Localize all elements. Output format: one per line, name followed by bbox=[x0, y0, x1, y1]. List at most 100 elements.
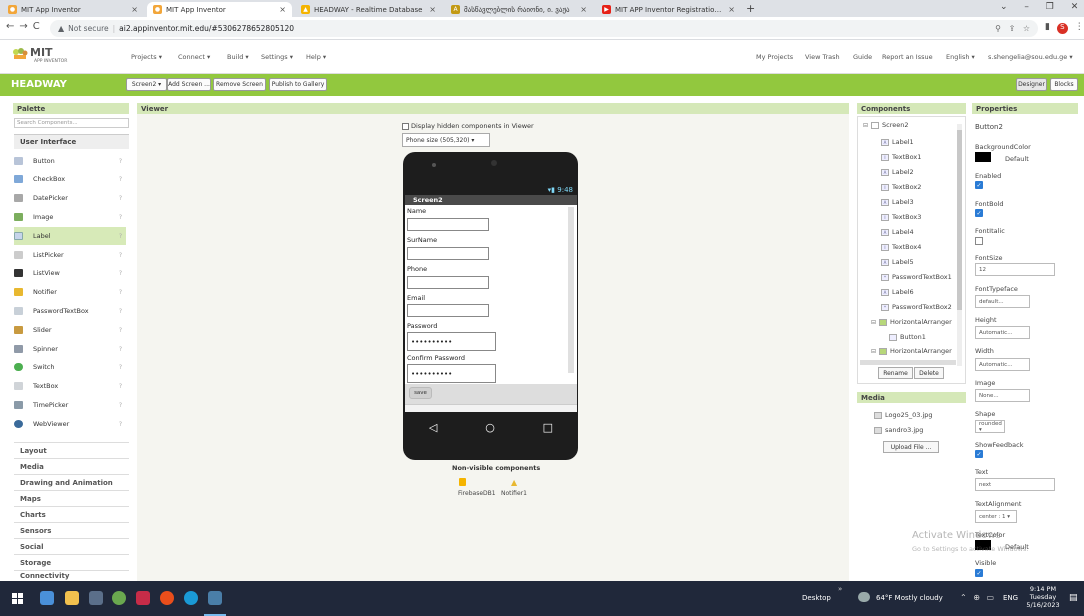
close-icon[interactable]: × bbox=[279, 5, 286, 14]
tree-item-textbox2[interactable]: I TextBox2 bbox=[881, 183, 921, 191]
fontitalic-checkbox[interactable] bbox=[975, 237, 983, 245]
help-icon[interactable]: ? bbox=[119, 327, 122, 334]
shape-select[interactable]: rounded ▾ bbox=[975, 420, 1005, 433]
password-input[interactable]: •••••••••• bbox=[407, 332, 496, 351]
tree-item-label2[interactable]: A Label2 bbox=[881, 168, 914, 176]
palette-item-listview[interactable]: ListView? bbox=[14, 264, 126, 282]
tree-item-textbox3[interactable]: I TextBox3 bbox=[881, 213, 921, 221]
tree-item-arranger1[interactable]: ⊟ HorizontalArranger bbox=[871, 318, 952, 326]
collapse-icon[interactable]: ⊟ bbox=[871, 348, 876, 355]
notifier-icon[interactable]: ▲ bbox=[511, 478, 517, 487]
palette-category-charts[interactable]: Charts bbox=[14, 506, 129, 522]
link-guide[interactable]: Guide bbox=[853, 53, 872, 61]
menu-build[interactable]: Build ▾ bbox=[227, 53, 249, 61]
link-view-trash[interactable]: View Trash bbox=[805, 53, 840, 61]
vk-icon[interactable] bbox=[136, 591, 150, 605]
back-triangle-icon[interactable]: ◁ bbox=[429, 421, 437, 434]
upload-file-button[interactable]: Upload File ... bbox=[883, 441, 939, 453]
palette-item-label[interactable]: Label? bbox=[14, 227, 126, 245]
help-icon[interactable]: ? bbox=[119, 195, 122, 202]
recents-square-icon[interactable]: □ bbox=[543, 421, 553, 434]
sidepanel-icon[interactable]: ▮ bbox=[1045, 22, 1050, 32]
help-icon[interactable]: ? bbox=[119, 402, 122, 409]
email-input[interactable] bbox=[407, 304, 489, 317]
palette-category-layout[interactable]: Layout bbox=[14, 442, 129, 458]
phone-input[interactable] bbox=[407, 276, 489, 289]
tree-item-passwordtextbox1[interactable]: * PasswordTextBox1 bbox=[881, 273, 952, 281]
height-input[interactable]: Automatic... bbox=[975, 326, 1030, 339]
link-my-projects[interactable]: My Projects bbox=[756, 53, 793, 61]
close-icon[interactable]: × bbox=[580, 5, 587, 14]
fonttypeface-input[interactable]: default... bbox=[975, 295, 1030, 308]
palette-item-checkbox[interactable]: CheckBox? bbox=[14, 170, 126, 188]
app-icon[interactable] bbox=[112, 591, 126, 605]
help-icon[interactable]: ? bbox=[119, 176, 122, 183]
publish-gallery-button[interactable]: Publish to Gallery bbox=[269, 78, 327, 91]
blocks-button[interactable]: Blocks bbox=[1050, 78, 1078, 91]
collapse-icon[interactable]: ⊟ bbox=[863, 122, 868, 129]
back-icon[interactable]: ← bbox=[6, 21, 19, 32]
help-icon[interactable]: ? bbox=[119, 383, 122, 390]
designer-button[interactable]: Designer bbox=[1016, 78, 1047, 91]
tree-item-textbox4[interactable]: I TextBox4 bbox=[881, 243, 921, 251]
tree-item-label1[interactable]: A Label1 bbox=[881, 138, 914, 146]
desktop-toolbar-label[interactable]: Desktop bbox=[802, 594, 831, 602]
palette-category-social[interactable]: Social bbox=[14, 538, 129, 554]
palette-category-sensors[interactable]: Sensors bbox=[14, 522, 129, 538]
browser-tab[interactable]: ● MIT App Inventor × bbox=[2, 2, 144, 17]
tree-item-label6[interactable]: A Label6 bbox=[881, 288, 914, 296]
store-icon[interactable] bbox=[89, 591, 103, 605]
windows-start-icon[interactable] bbox=[12, 593, 23, 604]
width-input[interactable]: Automatic... bbox=[975, 358, 1030, 371]
media-file-sandro[interactable]: sandro3.jpg bbox=[874, 426, 923, 434]
fontsize-input[interactable]: 12 bbox=[975, 263, 1055, 276]
nonvisible-notifier[interactable]: Notifier1 bbox=[501, 490, 527, 497]
link-report-issue[interactable]: Report an Issue bbox=[882, 53, 933, 61]
help-icon[interactable]: ? bbox=[119, 308, 122, 315]
palette-item-webviewer[interactable]: WebViewer? bbox=[14, 415, 126, 433]
bg-color-swatch[interactable] bbox=[975, 152, 991, 162]
tree-item-label5[interactable]: A Label5 bbox=[881, 258, 914, 266]
visible-checkbox[interactable]: ✓ bbox=[975, 569, 983, 577]
close-window-icon[interactable]: ✕ bbox=[1071, 2, 1079, 12]
opera-icon[interactable] bbox=[160, 591, 174, 605]
help-icon[interactable]: ? bbox=[119, 270, 122, 277]
components-h-scrollbar[interactable] bbox=[860, 360, 956, 365]
media-file-logo[interactable]: Logo25_03.jpg bbox=[874, 411, 933, 419]
help-icon[interactable]: ? bbox=[119, 421, 122, 428]
help-icon[interactable]: ? bbox=[119, 346, 122, 353]
menu-settings[interactable]: Settings ▾ bbox=[261, 53, 293, 61]
checkbox-icon[interactable] bbox=[402, 122, 409, 130]
phone-h-scrollbar[interactable] bbox=[405, 404, 577, 412]
browser-tab[interactable]: ▲ HEADWAY - Realtime Database × bbox=[295, 2, 442, 17]
palette-category-connectivity[interactable]: Connectivity bbox=[14, 570, 129, 581]
name-input[interactable] bbox=[407, 218, 489, 231]
tree-item-button1[interactable]: Button1 bbox=[889, 333, 926, 341]
components-scroll-thumb[interactable] bbox=[957, 130, 962, 310]
help-icon[interactable]: ? bbox=[119, 289, 122, 296]
chevron-right-icon[interactable]: » bbox=[838, 585, 842, 593]
minimize-icon[interactable]: – bbox=[1024, 2, 1029, 12]
palette-item-switch[interactable]: Switch? bbox=[14, 358, 126, 376]
tree-item-arranger2[interactable]: ⊟ HorizontalArranger bbox=[871, 347, 952, 355]
forward-icon[interactable]: → bbox=[19, 21, 32, 32]
palette-item-spinner[interactable]: Spinner? bbox=[14, 340, 126, 358]
screen-select-button[interactable]: Screen2 ▾ bbox=[126, 78, 167, 91]
fontbold-checkbox[interactable]: ✓ bbox=[975, 209, 983, 217]
account-menu[interactable]: s.shengelia@sou.edu.ge ▾ bbox=[988, 53, 1073, 61]
showfeedback-checkbox[interactable]: ✓ bbox=[975, 450, 983, 458]
tree-root-screen2[interactable]: ⊟ Screen2 bbox=[863, 121, 909, 129]
new-tab-button[interactable]: + bbox=[746, 2, 755, 15]
profile-avatar[interactable]: S bbox=[1056, 23, 1068, 34]
maximize-icon[interactable]: ❐ bbox=[1046, 2, 1054, 12]
edge-icon[interactable] bbox=[184, 591, 198, 605]
close-icon[interactable]: × bbox=[728, 5, 735, 14]
close-icon[interactable]: × bbox=[131, 5, 138, 14]
help-icon[interactable]: ? bbox=[119, 233, 122, 240]
help-icon[interactable]: ? bbox=[119, 214, 122, 221]
chevron-up-icon[interactable]: ⌃ bbox=[960, 593, 967, 602]
search-icon[interactable]: ⚲ bbox=[995, 24, 1001, 33]
palette-item-passwordtextbox[interactable]: PasswordTextBox? bbox=[14, 302, 126, 320]
save-button[interactable]: save bbox=[409, 387, 432, 399]
palette-item-listpicker[interactable]: ListPicker? bbox=[14, 246, 126, 264]
